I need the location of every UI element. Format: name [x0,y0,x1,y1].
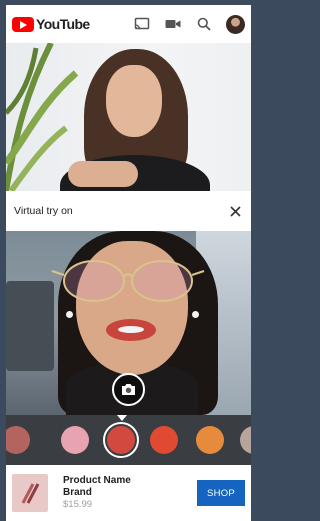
right-earring [192,311,199,318]
camera-shutter-button[interactable] [112,373,145,406]
background-machinery [6,281,54,371]
product-card[interactable]: Product Name Brand $15.99 SHOP [6,465,251,521]
top-app-bar: YouTube [6,5,251,43]
product-thumbnail[interactable] [12,474,48,512]
shade-swatch-selected[interactable] [103,422,139,458]
product-brand: Brand [63,487,92,498]
virtual-try-on-header: Virtual try on [6,191,251,231]
close-icon[interactable] [227,203,243,219]
product-info: Product Name Brand $15.99 [63,475,131,511]
camera-preview [6,231,251,415]
presenter-hands [68,161,138,187]
camera-icon [122,384,135,395]
presenter-face [106,65,162,137]
shade-swatch[interactable] [61,426,89,454]
account-avatar[interactable] [226,14,245,34]
cast-icon[interactable] [133,15,151,33]
youtube-logo-icon [12,16,34,32]
left-earring [66,311,73,318]
shade-swatch[interactable] [196,426,224,454]
shade-swatch[interactable] [150,426,178,454]
youtube-logo[interactable]: YouTube [12,16,90,32]
shop-button[interactable]: SHOP [197,480,245,506]
video-player[interactable] [6,43,251,191]
virtual-try-on-title: Virtual try on [14,205,73,217]
youtube-logo-text: YouTube [36,16,90,32]
phone-screen: YouTube Virtual try on Product Name Bran… [6,5,251,521]
shade-selector [6,415,251,465]
selected-shade-indicator [117,415,127,421]
product-name: Product Name [63,475,131,486]
glasses-graphic [51,260,205,302]
lipstick-preview [106,319,156,341]
video-camera-icon[interactable] [164,15,182,33]
shade-swatch[interactable] [240,426,251,454]
search-icon[interactable] [195,15,213,33]
lipstick-icon [21,483,40,504]
product-price: $15.99 [63,499,93,510]
shade-swatch[interactable] [6,426,30,454]
